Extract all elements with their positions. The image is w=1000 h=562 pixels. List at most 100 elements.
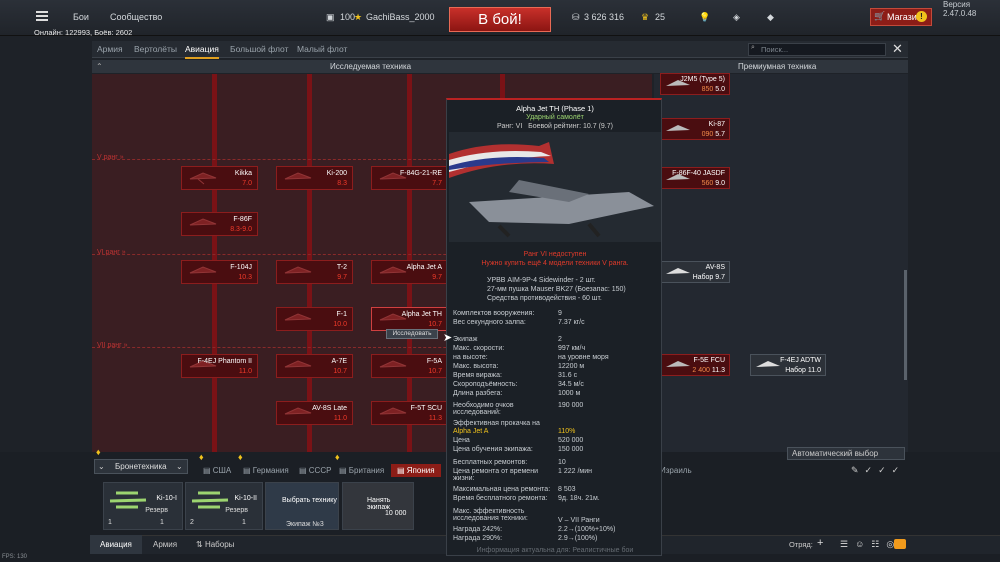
nation-germany[interactable]: ▤ Германия	[243, 466, 289, 475]
battle-rating: 8.3-9.0	[230, 226, 252, 233]
social-icons[interactable]: ☰☺☷◎	[840, 539, 901, 550]
crew-status: Резерв	[145, 507, 168, 514]
vehicle-card-f-5t[interactable]: F-5T SCU 11.3	[371, 401, 448, 425]
version-label: Версия 2.47.0.48	[943, 0, 977, 18]
crew-tools-icon[interactable]: ✎✓✓✓	[851, 465, 905, 476]
vehicle-name: Ki-200	[326, 170, 347, 177]
premium-card-f-4ej-adtw[interactable]: F-4EJ ADTW Набор 11.0	[750, 354, 826, 376]
stat-label: Длина разбега:	[453, 390, 503, 397]
researched-header: Исследуемая техника	[330, 62, 412, 71]
tooltip-role: Ударный самолёт	[526, 114, 584, 121]
plane-icon	[284, 360, 312, 368]
plane-icon	[379, 360, 407, 368]
premium-card-f-86f-40[interactable]: F-86F-40 JASDF 560 9.0	[660, 167, 730, 189]
stat-value: 997 км/ч	[558, 345, 586, 352]
vehicle-name: F-5T SCU	[410, 405, 442, 412]
premium-card-f-5e-fcu[interactable]: F-5E FCU 2 400 11.3	[660, 354, 730, 376]
tab-aviation[interactable]: Авиация	[185, 44, 219, 59]
ticket-icon[interactable]: ◆	[767, 12, 774, 23]
vehicle-name: AV-8S Late	[312, 405, 347, 412]
repair-cost-label: Цена ремонта от времени жизни:	[453, 468, 538, 482]
silver-lions[interactable]: 3 626 316	[584, 12, 624, 22]
stat-value: 34.5 м/с	[558, 381, 584, 388]
stat-label: Макс. высота:	[453, 363, 499, 370]
vehicle-name: F-5E FCU	[693, 357, 726, 364]
repair-cost-value: 1 222 /мин	[558, 468, 592, 475]
vehicle-card-f-104j[interactable]: F-104J 10.3	[181, 260, 258, 284]
nation-britain[interactable]: ▤ Британия	[339, 466, 384, 475]
player-nickname[interactable]: GachiBass_2000	[366, 12, 435, 22]
shop-badge: !	[916, 11, 927, 22]
vehicle-card-f-4ej[interactable]: F-4EJ Phantom II 11.0	[181, 354, 258, 378]
efficiency-value: V – VII Ранги	[558, 517, 600, 524]
plane-icon	[189, 218, 217, 226]
nation-usa[interactable]: ▤ США	[203, 466, 231, 475]
hire-crew-slot[interactable]: Нанять экипаж 10 000	[342, 482, 414, 530]
vehicle-card-f-84g[interactable]: F-84G-21-RE 7.7	[371, 166, 448, 190]
search-input[interactable]: Поиск...	[748, 43, 886, 56]
vehicle-card-t-2[interactable]: T-2 9.7	[276, 260, 353, 284]
crew-slot-1[interactable]: Ki-10-I Резерв 1 1	[103, 482, 183, 530]
tab-bluewater-fleet[interactable]: Большой флот	[230, 44, 288, 54]
nav-army[interactable]: Армия	[153, 540, 177, 549]
rank-v-label: V ранг »	[97, 154, 124, 161]
nation-japan[interactable]: ▤ Япония	[391, 464, 441, 477]
premium-card-j2m5[interactable]: J2M5 (Type 5) 850 5.0	[660, 73, 730, 95]
vehicle-name: F-5A	[426, 358, 442, 365]
rank-text: Ранг: VI	[497, 123, 523, 130]
vehicle-tooltip: Alpha Jet TH (Phase 1) Ударный самолёт Р…	[446, 98, 662, 556]
vehicle-card-f-86f[interactable]: F-86F 8.3-9.0	[181, 212, 258, 236]
nation-ussr[interactable]: ▤ СССР	[299, 466, 331, 475]
battle-rating: 11.3	[428, 415, 442, 422]
mail-icon[interactable]	[894, 539, 906, 549]
battle-rating: Набор 9.7	[692, 274, 725, 281]
vehicle-card-av-8s-late[interactable]: AV-8S Late 11.0	[276, 401, 353, 425]
nav-community[interactable]: Сообщество	[110, 12, 162, 22]
to-battle-button[interactable]: В бой!	[449, 7, 551, 32]
premium-card-ki-87[interactable]: Ki-87 090 5.7	[660, 118, 730, 140]
vehicle-card-f-5a[interactable]: F-5A 10.7	[371, 354, 448, 378]
nav-sets[interactable]: ⇅ Наборы	[196, 540, 234, 549]
close-icon[interactable]: ✕	[892, 42, 903, 55]
online-counter: Онлайн: 122993, Боёв: 2602	[34, 28, 133, 37]
stat-value: на уровне моря	[558, 354, 609, 361]
stat-label: Экипаж	[453, 336, 478, 343]
nav-fights[interactable]: Бои	[73, 12, 89, 22]
vehicle-card-kikka[interactable]: Kikka 7.0	[181, 166, 258, 190]
plane-icon	[284, 266, 312, 274]
rank-warning-detail: Нужно купить ещё 4 модели техники V ранг…	[481, 260, 629, 267]
auto-select-dropdown[interactable]: Автоматический выбор	[787, 447, 905, 460]
boost-unit: Alpha Jet A	[453, 428, 489, 435]
stat-label: Макс. скорости:	[453, 345, 505, 352]
vehicle-card-a-7e[interactable]: A-7E 10.7	[276, 354, 353, 378]
premium-card-av-8s[interactable]: AV-8S Набор 9.7	[660, 261, 730, 283]
nav-aviation[interactable]: Авиация	[100, 540, 132, 549]
crew-vehicle-name: Ki-10-II	[234, 495, 257, 502]
vehicle-card-f-1[interactable]: F-1 10.0	[276, 307, 353, 331]
vehicle-card-alpha-jet-a[interactable]: Alpha Jet A 9.7	[371, 260, 448, 284]
battle-rating: 9.7	[337, 274, 347, 281]
nation-israel[interactable]: Израиль	[660, 466, 692, 475]
crew-slot-2[interactable]: Ki-10-II Резерв 2 1	[185, 482, 263, 530]
crew-slot-3[interactable]: Выбрать технику Экипаж №3	[265, 482, 339, 530]
collapse-icon[interactable]: ⌃	[96, 62, 103, 71]
lightbulb-icon[interactable]: 💡	[699, 12, 710, 23]
tab-coastal-fleet[interactable]: Малый флот	[297, 44, 347, 54]
nation-name: СССР	[308, 466, 332, 475]
cube-icon[interactable]: ◈	[733, 12, 740, 23]
vehicle-card-alpha-jet-th[interactable]: Alpha Jet TH 10.7	[371, 307, 448, 331]
tooltip-rank: Ранг: VI Боевой рейтинг: 10.7 (9.7)	[447, 123, 663, 130]
rank-warning: Ранг VI недоступен	[523, 251, 587, 258]
research-button[interactable]: Исследовать	[386, 329, 438, 339]
golden-eagles[interactable]: 25	[655, 12, 665, 22]
add-squad-icon[interactable]: +	[817, 537, 823, 549]
tab-helicopters[interactable]: Вертолёты	[134, 44, 177, 54]
scrollbar[interactable]	[904, 270, 907, 380]
menu-icon[interactable]	[36, 11, 48, 21]
vehicle-card-ki-200[interactable]: Ki-200 8.3	[276, 166, 353, 190]
free-repair-time-label: Время бесплатного ремонта:	[453, 495, 548, 502]
tab-army[interactable]: Армия	[97, 44, 123, 54]
stat-label: Комплектов вооружения:	[453, 310, 535, 317]
star-icon: ★	[354, 12, 363, 22]
player-level: 100	[340, 12, 356, 22]
